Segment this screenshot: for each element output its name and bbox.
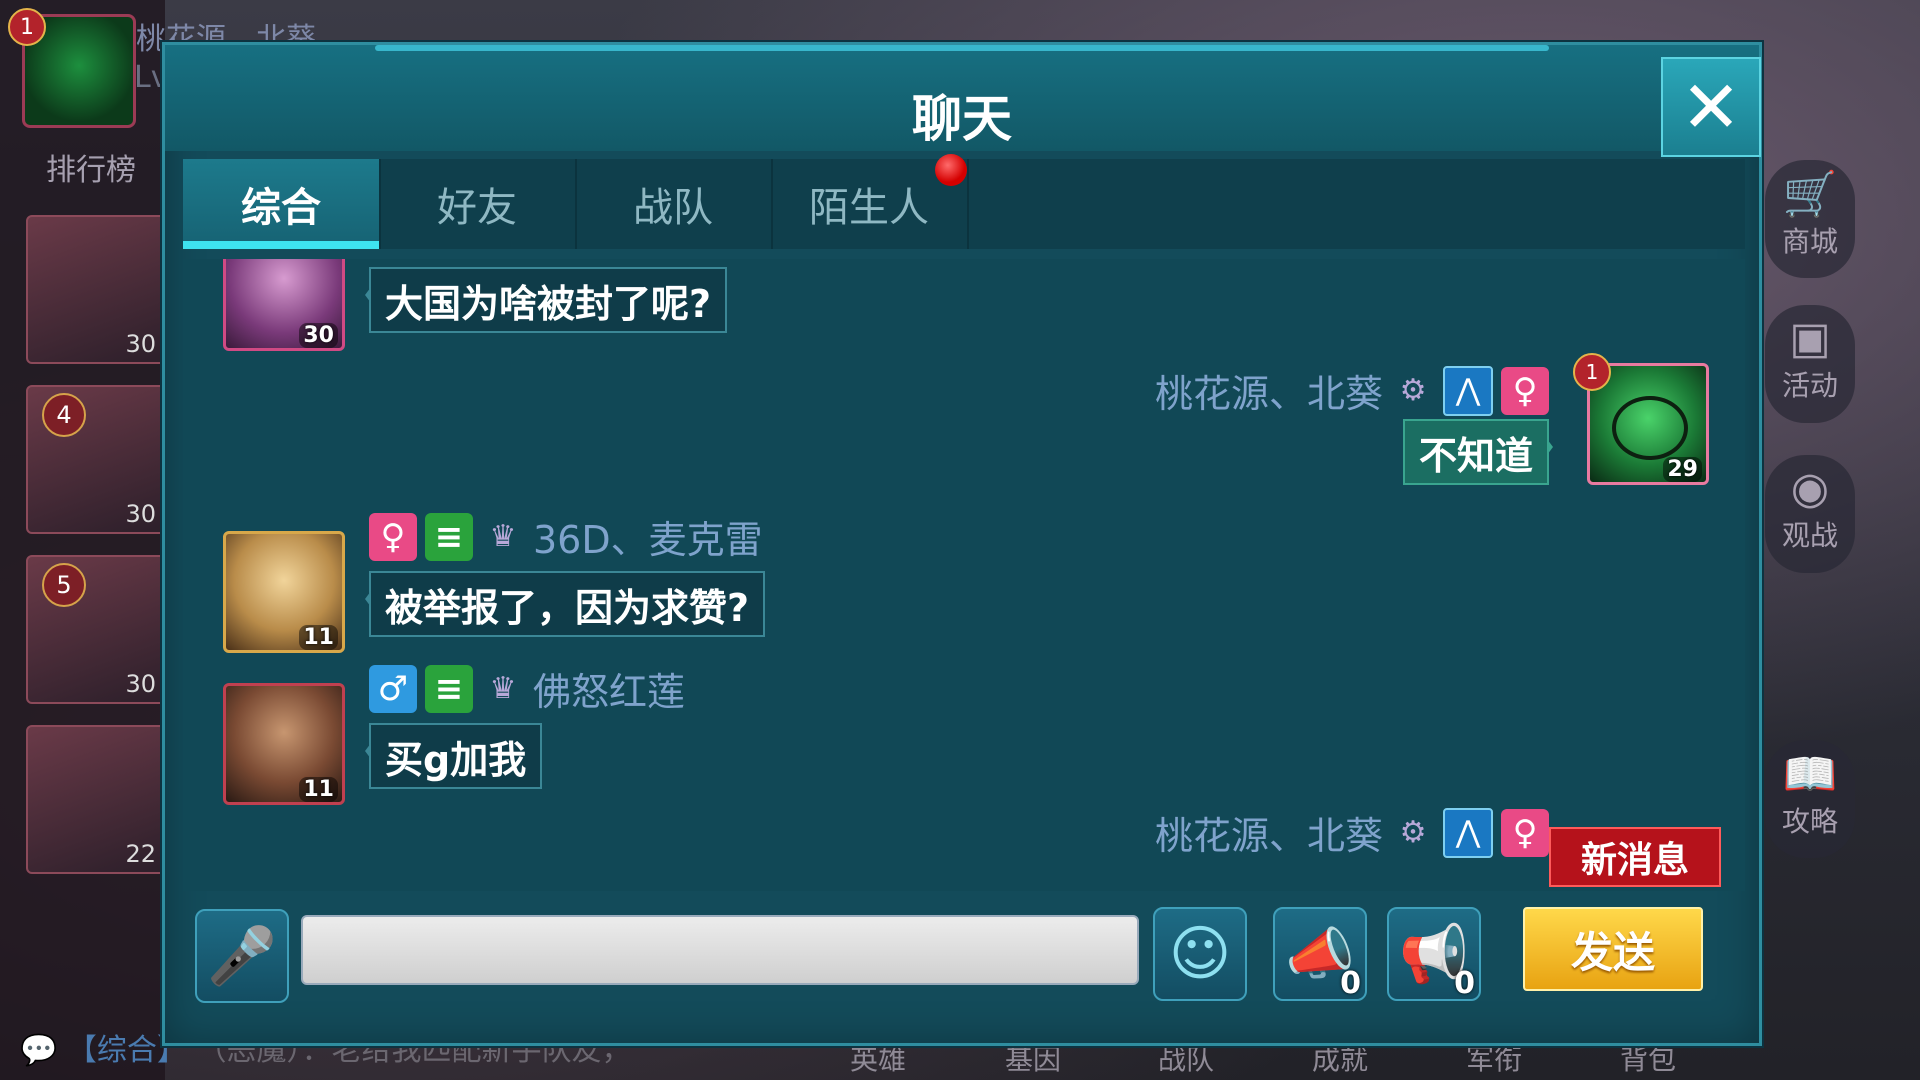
emoji-button[interactable]: ☺ — [1153, 907, 1247, 1001]
new-message-button[interactable]: 新消息 — [1549, 827, 1721, 887]
avatar-level: 30 — [299, 323, 338, 348]
title-bar: 聊天 — [165, 45, 1759, 151]
speech-icon: 💬 — [20, 1033, 58, 1068]
grin-face-icon — [1612, 396, 1688, 460]
events-button[interactable]: ▣ 活动 — [1765, 305, 1855, 423]
tab-friends[interactable]: 好友 — [379, 159, 577, 249]
sender-row: ♂ ≡ ♛ 佛怒红莲 — [369, 661, 685, 716]
message-input[interactable] — [301, 915, 1139, 985]
guide-button[interactable]: 📖 攻略 — [1765, 740, 1855, 858]
rank-icon: ♛ — [489, 519, 517, 554]
unread-dot — [935, 154, 967, 186]
spectate-button[interactable]: ◉ 观战 — [1765, 455, 1855, 573]
team-icon: ≡ — [425, 512, 473, 561]
shop-button[interactable]: 🛒 商城 — [1765, 160, 1855, 278]
female-icon: ♀ — [1501, 808, 1550, 857]
rank-card-level: 30 — [125, 500, 156, 528]
rank-card-level: 30 — [125, 330, 156, 358]
team-icon: ≡ — [425, 664, 473, 713]
gold-horn-button[interactable]: 📣 0 — [1273, 907, 1367, 1001]
eye-icon: ◉ — [1790, 463, 1830, 514]
rank-icon: ♛ — [489, 671, 517, 706]
bookmark-icon: ▣ — [1789, 313, 1831, 364]
sender-name: 桃花源、北葵 — [1155, 372, 1384, 416]
rank-card[interactable]: 5 30 — [26, 555, 166, 704]
input-row: 🎤 ☺ 📣 0 📢 0 发送 — [165, 899, 1759, 1029]
profile-rank-badge: 1 — [8, 8, 46, 46]
message-bubble: 被举报了，因为求赞? — [364, 571, 766, 637]
message-bubble: 买g加我 — [364, 723, 543, 789]
sender-name: 桃花源、北葵 — [1155, 814, 1384, 858]
wing-icon: ⋀ — [1443, 807, 1494, 858]
rank-card-level: 22 — [125, 840, 156, 868]
guide-label: 攻略 — [1781, 805, 1838, 838]
gold-horn-count: 0 — [1340, 966, 1361, 1001]
microphone-icon: 🎤 — [207, 924, 277, 989]
rank-icon: ⚙ — [1399, 373, 1427, 408]
spectate-label: 观战 — [1781, 519, 1838, 552]
message-bubble: 大国为啥被封了呢? — [364, 267, 728, 333]
sender-name: 36D、麦克雷 — [533, 518, 763, 562]
rank-icon: ⚙ — [1399, 815, 1427, 850]
title-decoration — [375, 45, 1549, 51]
wing-icon: ⋀ — [1443, 365, 1494, 416]
close-button[interactable]: ✕ — [1661, 57, 1761, 157]
avatar-level: 29 — [1663, 457, 1702, 482]
avatar-level: 11 — [299, 777, 338, 802]
silver-horn-button[interactable]: 📢 0 — [1387, 907, 1481, 1001]
sender-row: ♀ ≡ ♛ 36D、麦克雷 — [369, 509, 763, 564]
message-bubble: 不知道 — [1403, 419, 1554, 485]
voice-button[interactable]: 🎤 — [195, 909, 289, 1003]
sender-avatar[interactable]: 11 — [223, 683, 345, 805]
shop-label: 商城 — [1781, 225, 1838, 258]
left-panel: 1 排行榜 30 4 30 5 30 22 — [0, 0, 166, 1080]
smiley-icon: ☺ — [1168, 919, 1232, 989]
send-button[interactable]: 发送 — [1523, 907, 1703, 991]
book-icon: 📖 — [1782, 749, 1838, 800]
tab-general[interactable]: 综合 — [183, 159, 381, 249]
sender-avatar[interactable]: 30 — [223, 259, 345, 351]
silver-horn-count: 0 — [1454, 966, 1475, 1001]
cart-icon: 🛒 — [1782, 169, 1838, 220]
female-icon: ♀ — [369, 512, 417, 561]
leaderboard-label[interactable]: 排行榜 — [46, 145, 136, 189]
rank-card[interactable]: 4 30 — [26, 385, 166, 534]
sender-name: 佛怒红莲 — [533, 670, 686, 714]
rank-card[interactable]: 30 — [26, 215, 166, 364]
sender-row: 桃花源、北葵 ⚙ ⋀ ♀ — [1155, 805, 1550, 860]
sender-avatar[interactable]: 11 — [223, 531, 345, 653]
message-list[interactable]: 30 大国为啥被封了呢? 桃花源、北葵 ⚙ ⋀ ♀ 29 1 不知道 11 ♀ … — [183, 259, 1745, 891]
avatar-level: 11 — [299, 625, 338, 650]
dialog-title: 聊天 — [912, 90, 1012, 148]
chat-dialog: 聊天 ✕ 综合 好友 战队 陌生人 30 大国为啥被封了呢? 桃花源、北葵 ⚙ … — [162, 42, 1762, 1046]
sender-row: 桃花源、北葵 ⚙ ⋀ ♀ — [1155, 363, 1550, 418]
events-label: 活动 — [1781, 369, 1838, 402]
rank-card-badge: 5 — [42, 563, 86, 607]
male-icon: ♂ — [369, 664, 417, 713]
close-icon: ✕ — [1680, 65, 1742, 149]
female-icon: ♀ — [1501, 366, 1550, 415]
rank-card-level: 30 — [125, 670, 156, 698]
tab-team[interactable]: 战队 — [575, 159, 773, 249]
self-rank-badge: 1 — [1573, 353, 1611, 391]
rank-card[interactable]: 22 — [26, 725, 166, 874]
rank-card-badge: 4 — [42, 393, 86, 437]
